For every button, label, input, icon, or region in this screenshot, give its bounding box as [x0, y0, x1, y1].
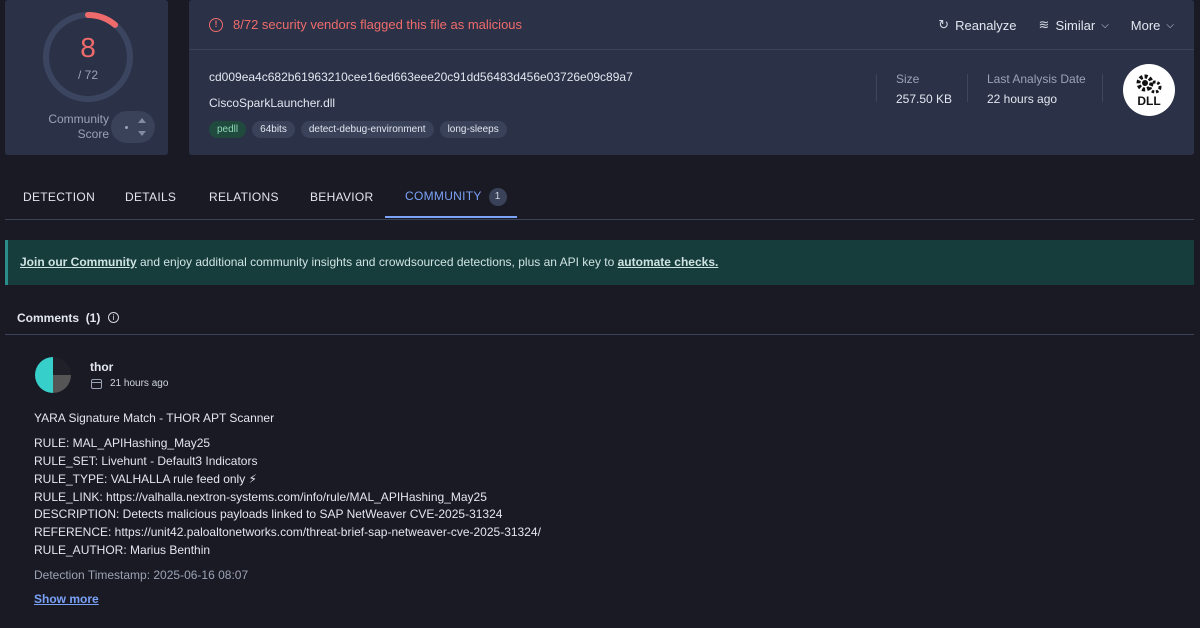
malicious-alert: ! 8/72 security vendors flagged this fil…	[209, 17, 522, 32]
avatar[interactable]	[35, 357, 71, 393]
tab-bar: DETECTION DETAILS RELATIONS BEHAVIOR COM…	[5, 180, 1194, 220]
banner-text: and enjoy additional community insights …	[136, 255, 618, 269]
divider	[1102, 74, 1103, 102]
dll-file-type-icon: DLL	[1123, 64, 1175, 116]
tab-community[interactable]: COMMUNITY 1	[405, 188, 507, 206]
tag-list: pedll 64bits detect-debug-environment lo…	[209, 121, 513, 138]
tag-64bits[interactable]: 64bits	[252, 121, 295, 138]
similar-button[interactable]: ≋ Similar ⌵	[1039, 17, 1109, 33]
file-info-card: ! 8/72 security vendors flagged this fil…	[189, 0, 1194, 155]
comments-panel: Comments (1) i thor 21 hours ago YARA Si…	[5, 300, 1194, 628]
comment-line: RULE_AUTHOR: Marius Benthin	[34, 543, 211, 557]
community-label-line2: Score	[77, 127, 109, 141]
file-size: Size 257.50 KB	[896, 72, 952, 106]
show-more-link[interactable]: Show more	[34, 592, 99, 606]
detection-total: / 72	[77, 68, 98, 82]
detection-gauge: 8 / 72	[41, 10, 135, 104]
comment-line: RULE_SET: Livehunt - Default3 Indicators	[34, 454, 258, 468]
comment-line: RULE_LINK: https://valhalla.nextron-syst…	[34, 490, 487, 504]
community-vote-control[interactable]	[111, 111, 155, 143]
comments-count: (1)	[85, 311, 101, 325]
last-analysis-value: 22 hours ago	[987, 92, 1058, 106]
detection-timestamp: Detection Timestamp: 2025-06-16 08:07	[34, 568, 249, 582]
info-icon[interactable]: i	[108, 312, 119, 323]
similar-label: Similar	[1055, 17, 1096, 33]
size-value: 257.50 KB	[896, 92, 953, 106]
downvote-icon[interactable]	[138, 131, 146, 136]
file-name: CiscoSparkLauncher.dll	[209, 96, 336, 110]
header-actions: ↻ Reanalyze ≋ Similar ⌵ More ⌵	[916, 17, 1174, 33]
comment-line: REFERENCE: https://unit42.paloaltonetwor…	[34, 525, 541, 539]
upvote-icon[interactable]	[138, 118, 146, 123]
comment-line: RULE_TYPE: VALHALLA rule feed only ⚡	[34, 472, 257, 486]
comments-title: Comments (1)	[17, 311, 100, 325]
community-score-label: Community Score	[27, 112, 109, 142]
detection-score-card: 8 / 72 Community Score	[5, 0, 168, 155]
divider	[967, 74, 968, 102]
comment-line: RULE: MAL_APIHashing_May25	[34, 436, 211, 450]
community-score-value	[125, 126, 128, 129]
alert-text: 8/72 security vendors flagged this file …	[233, 17, 523, 32]
tag-detect-debug-environment[interactable]: detect-debug-environment	[300, 121, 434, 138]
reanalyze-button[interactable]: ↻ Reanalyze	[938, 17, 1016, 33]
comment-line: DESCRIPTION: Detects malicious payloads …	[34, 507, 503, 521]
chevron-down-icon: ⌵	[1166, 19, 1174, 31]
more-button[interactable]: More ⌵	[1131, 18, 1174, 33]
similar-icon: ≋	[1038, 17, 1050, 32]
reanalyze-label: Reanalyze	[955, 17, 1017, 33]
comment-author[interactable]: thor	[90, 360, 113, 374]
alert-bar: ! 8/72 security vendors flagged this fil…	[189, 0, 1194, 50]
community-label-line1: Community	[48, 112, 109, 126]
comments-header: Comments (1) i	[5, 300, 1194, 335]
community-count-badge: 1	[488, 188, 507, 206]
svg-text:DLL: DLL	[1137, 94, 1160, 108]
tab-details[interactable]: DETAILS	[125, 190, 176, 204]
detection-count: 8	[80, 32, 96, 63]
refresh-icon: ↻	[938, 17, 950, 32]
last-analysis: Last Analysis Date 22 hours ago	[987, 72, 1086, 106]
tag-long-sleeps[interactable]: long-sleeps	[439, 121, 507, 138]
tab-behavior[interactable]: BEHAVIOR	[310, 190, 374, 204]
comment-time: 21 hours ago	[91, 378, 168, 389]
tab-community-label: COMMUNITY	[405, 189, 482, 204]
calendar-icon	[91, 378, 102, 389]
alert-icon: !	[209, 17, 223, 32]
comment-heading: YARA Signature Match - THOR APT Scanner	[34, 411, 275, 425]
tab-detection[interactable]: DETECTION	[23, 190, 95, 204]
community-banner: Join our Community and enjoy additional …	[5, 240, 1194, 285]
divider	[876, 74, 877, 102]
chevron-down-icon: ⌵	[1101, 19, 1109, 31]
size-label: Size	[896, 72, 920, 86]
file-hash: cd009ea4c682b61963210cee16ed663eee20c91d…	[209, 70, 633, 84]
active-tab-indicator	[385, 216, 517, 218]
automate-checks-link[interactable]: automate checks.	[618, 255, 719, 269]
more-label: More	[1130, 17, 1161, 33]
comments-title-text: Comments	[17, 311, 80, 325]
last-analysis-label: Last Analysis Date	[987, 72, 1086, 86]
tag-pedll[interactable]: pedll	[209, 121, 247, 138]
join-community-link[interactable]: Join our Community	[20, 255, 137, 269]
comment-time-text: 21 hours ago	[110, 378, 169, 389]
tab-relations[interactable]: RELATIONS	[209, 190, 279, 204]
